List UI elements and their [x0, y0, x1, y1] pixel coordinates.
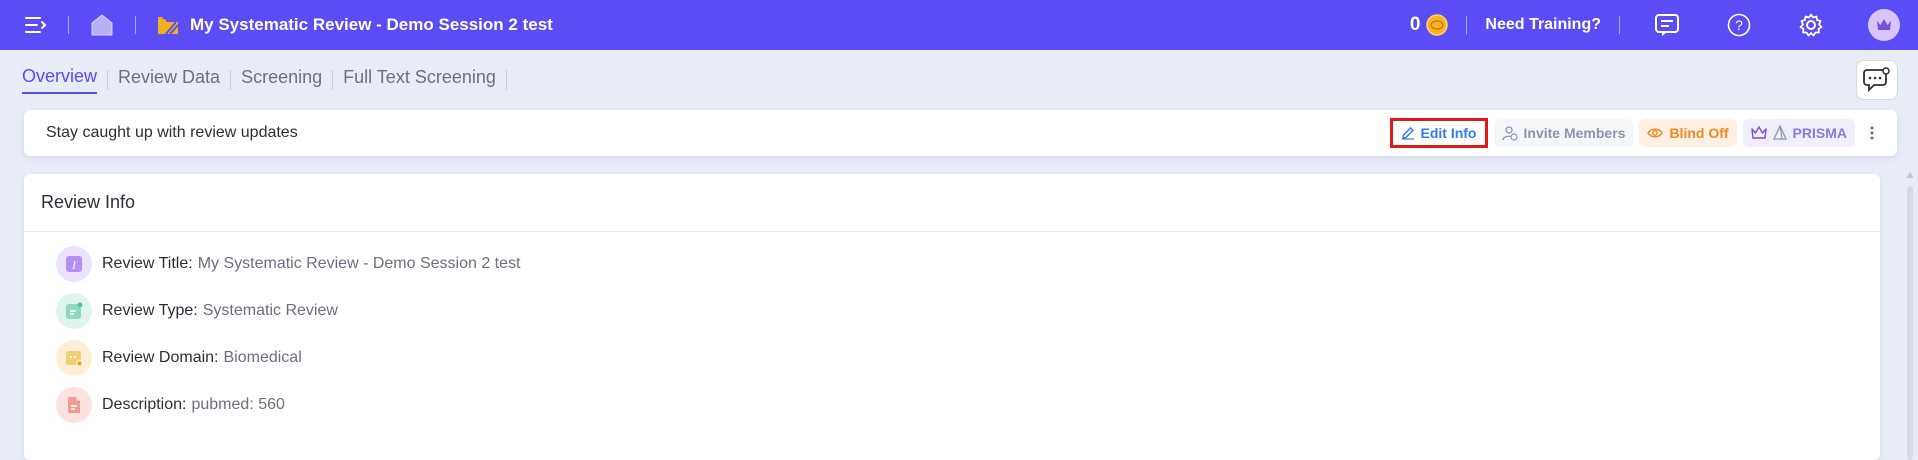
crown-icon	[1750, 126, 1767, 140]
svg-text:?: ?	[1735, 17, 1743, 33]
review-type-value: Systematic Review	[202, 301, 338, 319]
scroll-up-arrow-icon[interactable]	[1906, 172, 1914, 178]
more-options-icon[interactable]	[1861, 119, 1883, 147]
info-row-review-title: I Review Title: My Systematic Review - D…	[24, 240, 1880, 287]
coin-icon	[1426, 14, 1449, 36]
description-icon	[56, 386, 92, 423]
menu-toggle-icon[interactable]	[24, 13, 48, 37]
tab-screening[interactable]: Screening	[241, 67, 322, 93]
divider	[1619, 16, 1620, 34]
updates-text: Stay caught up with review updates	[46, 124, 298, 141]
info-row-review-type: Review Type: Systematic Review	[24, 287, 1880, 334]
divider	[230, 70, 232, 90]
tab-full-text-screening[interactable]: Full Text Screening	[343, 67, 496, 93]
review-tabs: Overview Review Data Screening Full Text…	[22, 66, 517, 94]
review-info-list: I Review Title: My Systematic Review - D…	[24, 232, 1880, 428]
divider	[107, 70, 109, 90]
domain-icon	[56, 339, 92, 376]
blind-mode-toggle[interactable]: Blind Off	[1639, 119, 1737, 147]
invite-members-button[interactable]: Invite Members	[1493, 119, 1634, 147]
edit-info-button[interactable]: Edit Info	[1389, 118, 1488, 148]
tab-overview[interactable]: Overview	[22, 66, 98, 94]
page-title: My Systematic Review - Demo Session 2 te…	[190, 15, 553, 34]
review-type-label: Review Type:	[102, 301, 198, 319]
coin-count: 0	[1409, 14, 1421, 35]
review-domain-value: Biomedical	[223, 348, 302, 366]
review-title-label: Review Title:	[102, 254, 193, 272]
type-icon	[56, 292, 92, 329]
review-info-title: Review Info	[41, 192, 136, 212]
divider	[332, 70, 334, 90]
info-row-description: Description: pubmed: 560	[24, 381, 1880, 428]
review-domain-label: Review Domain:	[102, 348, 219, 366]
topbar-right: 0 Need Training? ?	[1410, 0, 1918, 50]
vertical-scrollbar[interactable]	[1906, 168, 1914, 460]
info-row-review-domain: Review Domain: Biomedical	[24, 334, 1880, 381]
need-training-link[interactable]: Need Training?	[1485, 16, 1601, 34]
tab-review-data[interactable]: Review Data	[118, 67, 220, 93]
settings-icon[interactable]	[1796, 10, 1826, 40]
help-icon[interactable]: ?	[1724, 10, 1754, 40]
scrollbar-thumb[interactable]	[1907, 186, 1913, 460]
divider	[505, 70, 507, 90]
blind-mode-label: Blind Off	[1669, 125, 1729, 141]
eye-icon	[1647, 127, 1664, 139]
invite-members-label: Invite Members	[1523, 125, 1626, 141]
chat-support-icon[interactable]	[1652, 10, 1682, 40]
divider	[1466, 16, 1468, 34]
user-avatar-icon[interactable]	[1868, 9, 1900, 41]
coin-balance[interactable]: 0	[1410, 14, 1449, 36]
divider	[68, 16, 69, 34]
review-info-heading: Review Info	[24, 174, 1880, 232]
home-icon[interactable]	[89, 12, 115, 38]
topbar-left: My Systematic Review - Demo Session 2 te…	[0, 0, 553, 50]
review-updates-bar: Stay caught up with review updates Edit …	[24, 110, 1897, 156]
description-label: Description:	[102, 395, 187, 413]
review-title-value: My Systematic Review - Demo Session 2 te…	[197, 254, 521, 272]
prisma-button[interactable]: PRISMA	[1742, 119, 1855, 147]
review-info-card: Review Info I Review Title: My Systemati…	[24, 174, 1880, 460]
review-folder-icon	[156, 13, 180, 37]
top-navigation-bar: My Systematic Review - Demo Session 2 te…	[0, 0, 1918, 50]
review-actions: Edit Info Invite Members Blind Off PRISM…	[1389, 118, 1884, 148]
pencil-icon	[1401, 126, 1415, 140]
prisma-label: PRISMA	[1792, 125, 1847, 141]
comment-dots-icon	[1863, 67, 1891, 93]
divider	[135, 16, 136, 34]
edit-info-label: Edit Info	[1420, 125, 1477, 141]
prism-icon	[1772, 125, 1787, 141]
comments-button[interactable]	[1856, 60, 1898, 100]
add-user-icon	[1501, 125, 1518, 141]
description-value: pubmed: 560	[191, 395, 285, 413]
title-icon: I	[56, 245, 92, 282]
